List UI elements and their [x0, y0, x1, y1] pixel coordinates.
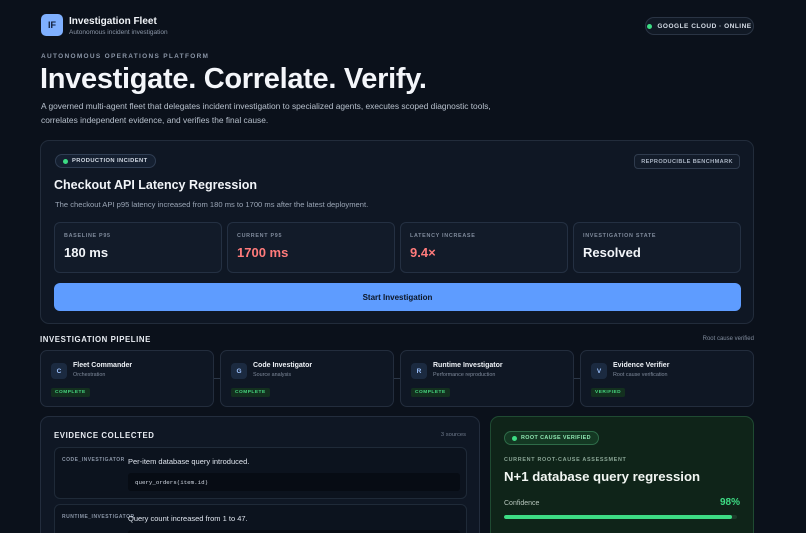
- metric-value: 180 ms: [64, 245, 109, 260]
- root-cause-panel: ROOT CAUSE VERIFIED CURRENT ROOT-CAUSE A…: [490, 416, 754, 533]
- confidence-value: 98%: [719, 497, 740, 508]
- stage-status-badge: COMPLETE: [231, 388, 270, 397]
- stage-name: Runtime Investigator: [433, 362, 503, 369]
- verified-dot-icon: [512, 435, 517, 441]
- root-cause-badge-label: ROOT CAUSE VERIFIED: [521, 435, 591, 441]
- confidence-bar-fill: [504, 515, 733, 519]
- metric-card-state: INVESTIGATION STATE Resolved: [573, 222, 741, 273]
- stage-name: Evidence Verifier: [613, 362, 670, 369]
- root-cause-label: CURRENT ROOT-CAUSE ASSESSMENT: [504, 457, 627, 463]
- metric-label: BASELINE P95: [64, 233, 111, 239]
- stage-name: Fleet Commander: [73, 362, 133, 369]
- pipeline: C Fleet Commander Orchestration COMPLETE…: [40, 350, 754, 407]
- metric-card-baseline: BASELINE P95 180 ms: [54, 222, 222, 273]
- pipeline-stage-code-investigator[interactable]: G Code Investigator Source analysis COMP…: [220, 350, 394, 407]
- incident-panel: PRODUCTION INCIDENT REPRODUCIBLE BENCHMA…: [40, 140, 754, 324]
- evidence-title: EVIDENCE COLLECTED: [54, 431, 155, 440]
- code-investigator-icon: G: [231, 363, 247, 379]
- runtime-investigator-icon: R: [411, 363, 427, 379]
- pipeline-stage-evidence-verifier[interactable]: V Evidence Verifier Root cause verificat…: [580, 350, 754, 407]
- app-subtitle: Autonomous incident investigation: [69, 29, 168, 36]
- stage-status-badge: COMPLETE: [51, 388, 90, 397]
- evidence-item: CODE_INVESTIGATOR Per-item database quer…: [54, 447, 467, 499]
- metrics-row: BASELINE P95 180 ms CURRENT P95 1700 ms …: [54, 222, 741, 273]
- evidence-text: Per-item database query introduced.: [128, 457, 250, 466]
- pipeline-status: Root cause verified: [702, 336, 754, 342]
- cloud-status-badge: GOOGLE CLOUD · ONLINE: [645, 17, 754, 35]
- metric-value: Resolved: [583, 245, 641, 260]
- evidence-source: CODE_INVESTIGATOR: [62, 457, 125, 463]
- confidence-bar: [504, 515, 737, 519]
- confidence-label: Confidence: [504, 500, 540, 507]
- evidence-text: Query count increased from 1 to 47.: [128, 514, 248, 523]
- pipeline-title: INVESTIGATION PIPELINE: [40, 335, 151, 344]
- pipeline-stage-runtime-investigator[interactable]: R Runtime Investigator Performance repro…: [400, 350, 574, 407]
- hero-eyebrow: AUTONOMOUS OPERATIONS PLATFORM: [41, 53, 210, 60]
- incident-dot-icon: [63, 158, 68, 164]
- hero-description: A governed multi-agent fleet that delega…: [41, 101, 491, 125]
- metric-card-increase: LATENCY INCREASE 9.4×: [400, 222, 568, 273]
- evidence-panel: EVIDENCE COLLECTED 3 sources CODE_INVEST…: [40, 416, 480, 533]
- stage-role: Source analysis: [253, 372, 292, 378]
- fleet-commander-icon: C: [51, 363, 67, 379]
- evidence-code-snippet: query_orders(item.id): [128, 473, 460, 491]
- evidence-count: 3 sources: [440, 432, 466, 438]
- cloud-status-text: GOOGLE CLOUD · ONLINE: [657, 22, 752, 30]
- page: IF Investigation Fleet Autonomous incide…: [0, 0, 806, 533]
- stage-role: Performance reproduction: [433, 372, 496, 378]
- stage-status-badge: VERIFIED: [591, 388, 626, 397]
- benchmark-badge: REPRODUCIBLE BENCHMARK: [634, 154, 740, 169]
- pipeline-stage-fleet-commander[interactable]: C Fleet Commander Orchestration COMPLETE: [40, 350, 214, 407]
- hero-title: Investigate. Correlate. Verify.: [40, 63, 427, 95]
- stage-role: Root cause verification: [613, 372, 668, 378]
- status-dot-icon: [647, 23, 653, 29]
- metric-value: 1700 ms: [237, 245, 289, 260]
- metric-label: LATENCY INCREASE: [410, 233, 476, 239]
- root-cause-title: N+1 database query regression: [504, 469, 701, 484]
- app-title: Investigation Fleet: [69, 16, 157, 27]
- evidence-source: RUNTIME_INVESTIGATOR: [62, 514, 135, 520]
- app-logo: IF: [41, 14, 63, 36]
- incident-title: Checkout API Latency Regression: [54, 178, 258, 192]
- stage-status-badge: COMPLETE: [411, 388, 450, 397]
- start-investigation-button[interactable]: Start Investigation: [54, 283, 741, 311]
- production-incident-label: PRODUCTION INCIDENT: [72, 158, 148, 164]
- metric-label: INVESTIGATION STATE: [583, 233, 657, 239]
- stage-role: Orchestration: [73, 372, 106, 378]
- production-incident-badge: PRODUCTION INCIDENT: [55, 154, 156, 168]
- stage-name: Code Investigator: [253, 362, 313, 369]
- metric-value: 9.4×: [410, 245, 436, 260]
- incident-description: The checkout API p95 latency increased f…: [55, 200, 369, 209]
- evidence-item: RUNTIME_INVESTIGATOR Query count increas…: [54, 504, 467, 533]
- metric-card-current: CURRENT P95 1700 ms: [227, 222, 395, 273]
- metric-label: CURRENT P95: [237, 233, 283, 239]
- root-cause-verified-badge: ROOT CAUSE VERIFIED: [504, 431, 599, 445]
- evidence-verifier-icon: V: [591, 363, 607, 379]
